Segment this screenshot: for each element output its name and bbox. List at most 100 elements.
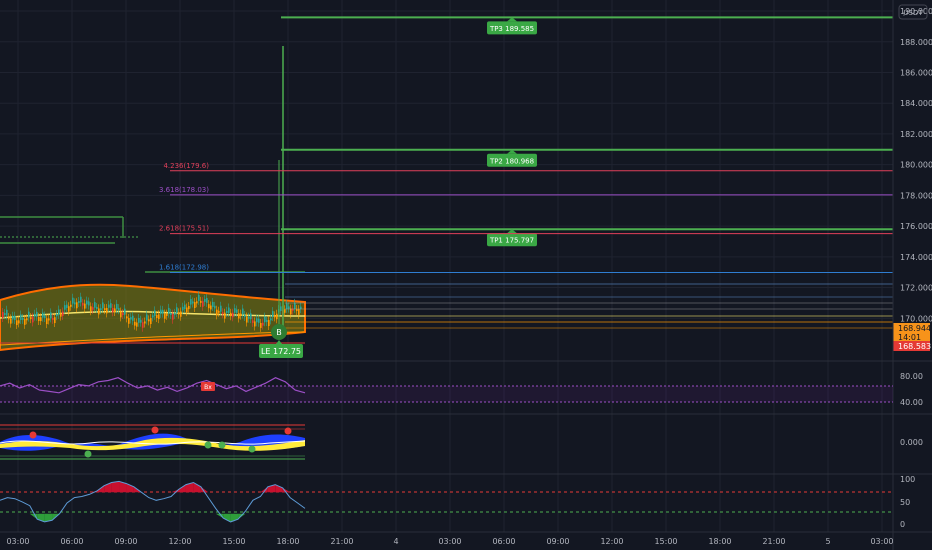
price-ytick: 184.000 — [900, 99, 932, 108]
candle-body — [294, 302, 296, 309]
price-ytick: 176.000 — [900, 222, 932, 231]
entry-label: LE 172.75 — [261, 347, 301, 356]
candle-body — [288, 306, 290, 309]
candle-body — [12, 315, 14, 320]
candle-body — [226, 310, 228, 313]
candle-body — [58, 309, 60, 315]
candle-body — [108, 304, 110, 308]
candle-body — [62, 311, 64, 316]
badge-low-price: 168.583 — [898, 342, 931, 351]
candle-body — [236, 309, 238, 313]
candle-body — [224, 312, 226, 319]
candle-body — [44, 315, 46, 319]
candle-body — [190, 299, 192, 305]
candle-body — [136, 322, 138, 327]
x-tick: 15:00 — [222, 537, 245, 546]
candle-body — [270, 318, 272, 321]
candle-body — [40, 317, 42, 322]
candle-body — [82, 302, 84, 306]
price-ytick: 172.000 — [900, 284, 932, 293]
candle-body — [232, 312, 234, 318]
candle-body — [116, 303, 118, 310]
candle-body — [202, 301, 204, 307]
candle-body — [60, 313, 62, 317]
candle-body — [30, 317, 32, 320]
candle-body — [160, 309, 162, 314]
candle-body — [146, 314, 148, 321]
currency-label: USDT — [903, 9, 923, 17]
candle-body — [140, 319, 142, 323]
candle-body — [200, 300, 202, 303]
x-tick: 18:00 — [276, 537, 299, 546]
candle-body — [32, 316, 34, 323]
candle-body — [66, 304, 68, 308]
candle-body — [248, 316, 250, 319]
candle-body — [76, 302, 78, 309]
candle-body — [2, 312, 4, 318]
candle-body — [110, 303, 112, 308]
price-ytick: 188.000 — [900, 38, 932, 47]
x-tick: 03:00 — [438, 537, 461, 546]
candle-body — [164, 313, 166, 319]
level-label-fib-3618: 3.618(178.03) — [159, 186, 209, 194]
candle-body — [280, 306, 282, 312]
candle-body — [86, 300, 88, 305]
candle-body — [72, 297, 74, 304]
candle-body — [180, 311, 182, 317]
candle-body — [68, 306, 70, 312]
candle-body — [272, 311, 274, 317]
trading-chart[interactable]: 190.000188.000186.000184.000182.000180.0… — [0, 0, 932, 550]
candle-body — [182, 306, 184, 311]
candle-body — [8, 317, 10, 320]
x-tick: 06:00 — [492, 537, 515, 546]
level-label-tp1: TP1 175.797 — [489, 237, 534, 245]
candle-body — [176, 307, 178, 314]
wave-ytick-0: 0.000 — [900, 438, 923, 447]
candle-body — [166, 313, 168, 316]
candle-body — [262, 322, 264, 326]
price-ytick: 170.000 — [900, 314, 932, 323]
candle-body — [52, 317, 54, 320]
candle-body — [158, 314, 160, 320]
candle-body — [260, 322, 262, 328]
candle-body — [284, 309, 286, 313]
candle-body — [254, 321, 256, 327]
candle-body — [266, 319, 268, 322]
candle-body — [138, 317, 140, 323]
buy-marker-letter: B — [276, 328, 282, 337]
candle-body — [50, 312, 52, 319]
candle-body — [42, 312, 44, 318]
x-tick: 03:00 — [6, 537, 29, 546]
level-label-fib-1618: 1.618(172.98) — [159, 263, 209, 271]
candle-body — [78, 300, 80, 303]
candle-body — [216, 309, 218, 316]
candle-body — [126, 316, 128, 319]
candle-body — [94, 302, 96, 308]
x-tick: 09:00 — [546, 537, 569, 546]
badge-countdown: 14:01 — [898, 333, 921, 342]
candle-body — [128, 318, 130, 324]
x-tick: 4 — [393, 537, 398, 546]
candle-body — [124, 308, 126, 315]
candle-body — [38, 316, 40, 322]
candle-body — [268, 320, 270, 327]
candle-body — [98, 308, 100, 315]
candle-body — [114, 308, 116, 312]
candle-body — [230, 312, 232, 317]
candle-body — [238, 313, 240, 319]
candle-body — [34, 313, 36, 317]
candle-body — [168, 307, 170, 314]
candle-body — [212, 301, 214, 307]
candle-body — [242, 308, 244, 315]
candle-body — [156, 314, 158, 318]
rsi-ytick-40: 40.00 — [900, 398, 923, 407]
osc-overbought-fill — [111, 481, 120, 493]
candle-body — [154, 310, 156, 316]
candle-body — [286, 303, 288, 309]
candle-body — [16, 320, 18, 326]
x-tick: 21:00 — [762, 537, 785, 546]
x-tick: 12:00 — [168, 537, 191, 546]
level-label-fib-2618: 2.618(175.51) — [159, 225, 209, 233]
candle-body — [246, 316, 248, 323]
candle-body — [178, 312, 180, 315]
